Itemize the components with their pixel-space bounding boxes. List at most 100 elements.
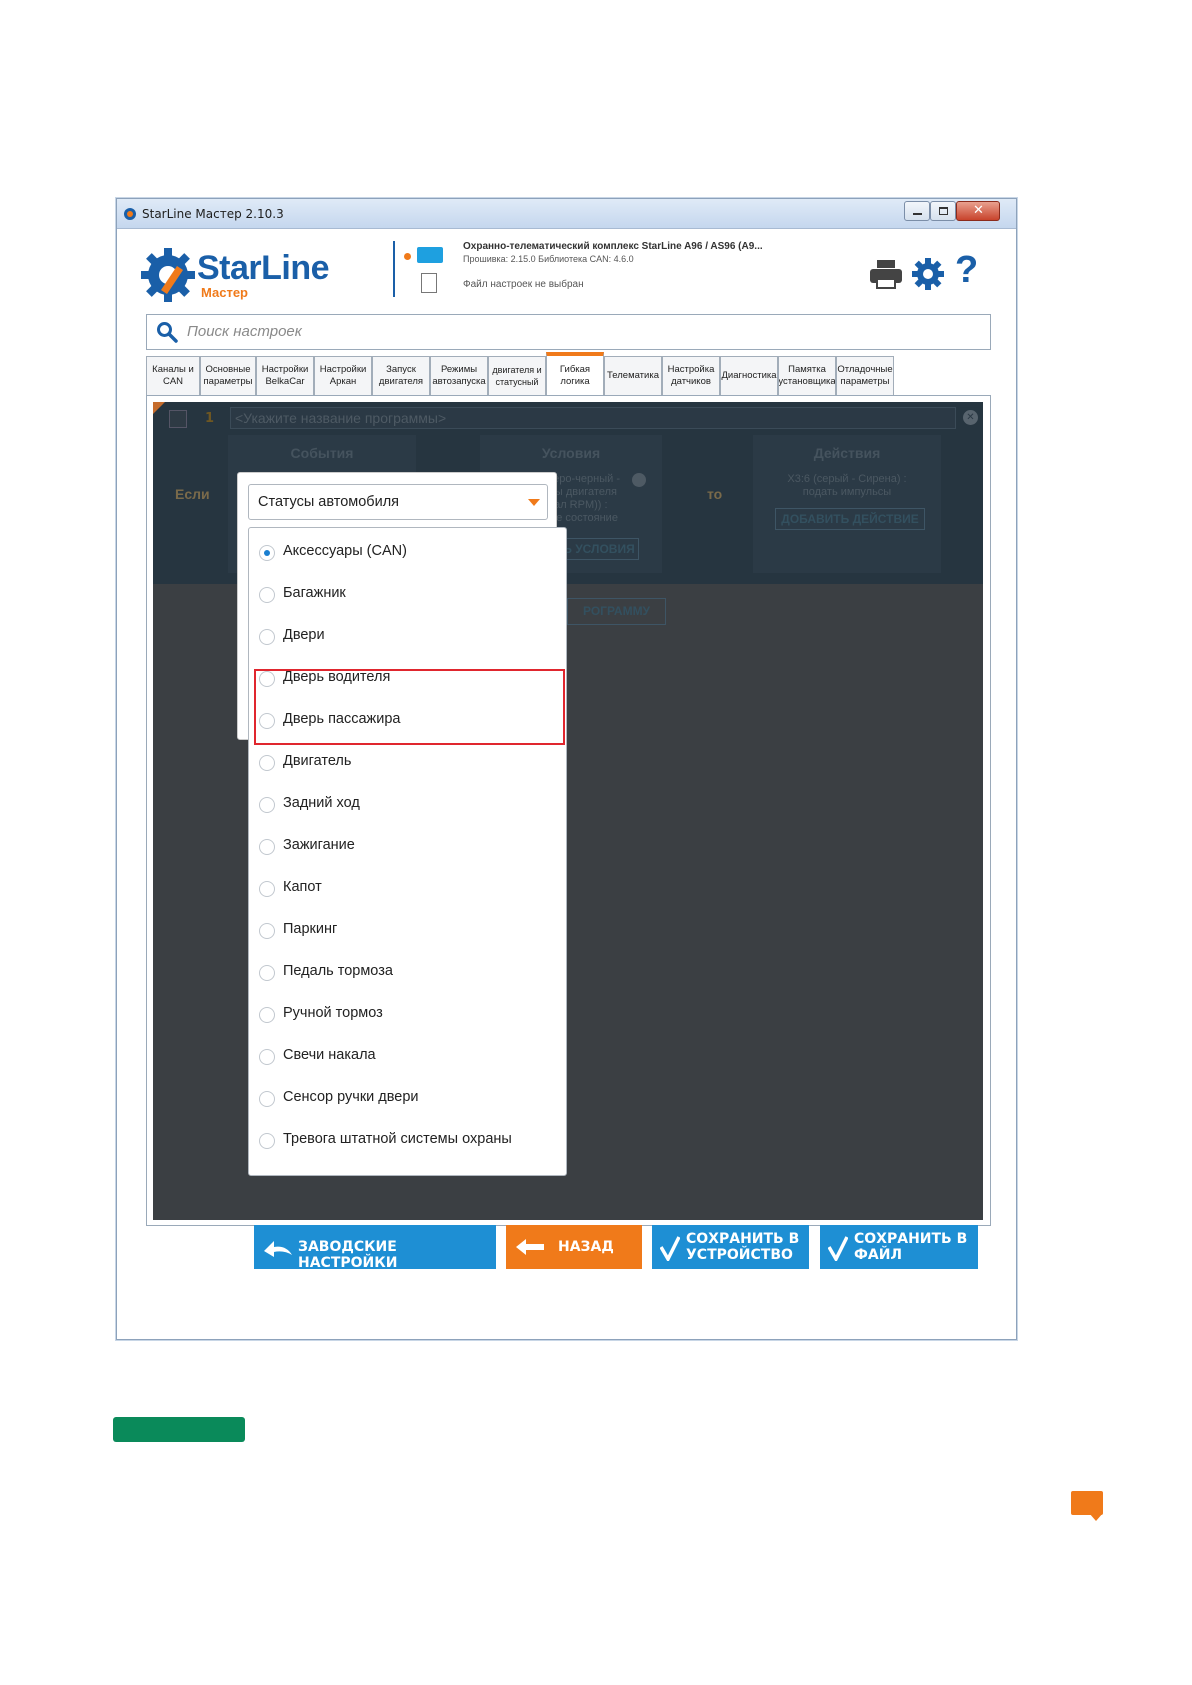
add-action-button[interactable]: ДОБАВИТЬ ДЕЙСТВИЕ: [775, 508, 925, 530]
option-label: Свечи накала: [283, 1047, 376, 1063]
back-label: НАЗАД: [558, 1239, 614, 1255]
events-title: События: [290, 445, 354, 461]
tab-installer-memo[interactable]: Памятка установщика: [778, 356, 836, 395]
save-device-label-1: СОХРАНИТЬ В: [686, 1231, 800, 1247]
save-file-label-2: ФАЙЛ: [854, 1247, 903, 1263]
actions-title: Действия: [813, 445, 881, 461]
device-info: Прошивка: 2.15.0 Библиотека CAN: 4.6.0: [463, 254, 634, 264]
tab-diagnostics[interactable]: Диагностика: [720, 356, 778, 395]
chat-icon[interactable]: [1071, 1491, 1103, 1521]
printer-icon[interactable]: [869, 259, 903, 289]
program-name-input[interactable]: <Укажите название программы>: [230, 407, 956, 429]
tab-main-params[interactable]: Основные параметры: [200, 356, 256, 395]
option-glow-plugs[interactable]: Свечи накала: [249, 1036, 566, 1078]
factory-settings-label: ЗАВОДСКИЕ НАСТРОЙКИ: [298, 1239, 398, 1271]
tab-flexible-logic[interactable]: Гибкая логика: [546, 352, 604, 395]
option-door-handle-sensor[interactable]: Сенсор ручки двери: [249, 1078, 566, 1120]
option-accessories[interactable]: Аксессуары (CAN): [249, 532, 566, 574]
search-icon: [157, 322, 178, 343]
checkmark-icon: [660, 1236, 680, 1261]
title-bar[interactable]: StarLine Мастер 2.10.3 ✕: [117, 199, 1016, 229]
tab-telematics[interactable]: Телематика: [604, 356, 662, 395]
radio-checked-icon[interactable]: [259, 545, 275, 561]
factory-settings-button[interactable]: ЗАВОДСКИЕ НАСТРОЙКИ: [254, 1225, 496, 1271]
help-icon[interactable]: ?: [955, 249, 978, 292]
minimize-button[interactable]: [904, 201, 930, 221]
file-icon: [421, 273, 437, 293]
radio-icon[interactable]: [259, 839, 275, 855]
action-line: подать импульсы: [802, 486, 892, 498]
tab-sensor-settings[interactable]: Настройка датчиков: [662, 356, 720, 395]
tab-arkan[interactable]: Настройки Аркан: [314, 356, 372, 395]
search-placeholder: Поиск настроек: [187, 323, 302, 340]
option-handbrake[interactable]: Ручной тормоз: [249, 994, 566, 1036]
radio-icon[interactable]: [259, 923, 275, 939]
option-brake-pedal[interactable]: Педаль тормоза: [249, 952, 566, 994]
save-device-label-2: УСТРОЙСТВО: [686, 1247, 793, 1263]
tab-engine-start[interactable]: Запуск двигателя: [372, 356, 430, 395]
option-label: Педаль тормоза: [283, 963, 393, 979]
undo-arrow-icon: [264, 1241, 292, 1257]
action-text: X3:6 (серый - Сирена) : подать импульсы: [753, 473, 941, 499]
add-program-button[interactable]: РОГРАММУ: [567, 598, 666, 625]
program-close-icon[interactable]: ✕: [963, 410, 978, 425]
radio-icon[interactable]: [259, 797, 275, 813]
if-label: Если: [175, 486, 210, 502]
highlight-box: [254, 669, 565, 745]
tab-autostart-modes[interactable]: Режимы автозапуска: [430, 356, 488, 395]
option-label: Двери: [283, 627, 325, 643]
option-parking[interactable]: Паркинг: [249, 910, 566, 952]
app-header: StarLine Мастер Охранно-телематический к…: [117, 229, 1016, 309]
option-doors[interactable]: Двери: [249, 616, 566, 658]
option-label: Ручной тормоз: [283, 1005, 383, 1021]
radio-icon[interactable]: [259, 1091, 275, 1107]
option-label: Задний ход: [283, 795, 360, 811]
radio-icon[interactable]: [259, 587, 275, 603]
conditions-title: Условия: [541, 445, 601, 461]
radio-icon[interactable]: [259, 1133, 275, 1149]
option-label: Паркинг: [283, 921, 338, 937]
header-divider: [393, 241, 395, 297]
search-bar[interactable]: Поиск настроек: [146, 314, 991, 350]
option-factory-alarm[interactable]: Тревога штатной системы охраны: [249, 1120, 566, 1162]
then-label: то: [707, 486, 723, 502]
green-tag: [113, 1417, 245, 1442]
radio-icon[interactable]: [259, 755, 275, 771]
tab-belkacar[interactable]: Настройки BelkaCar: [256, 356, 314, 395]
radio-icon[interactable]: [259, 1007, 275, 1023]
radio-icon[interactable]: [259, 629, 275, 645]
program-number: 1: [205, 411, 215, 426]
option-ignition[interactable]: Зажигание: [249, 826, 566, 868]
event-type-select[interactable]: Статусы автомобиля: [248, 484, 548, 520]
radio-icon[interactable]: [259, 881, 275, 897]
tab-channels-can[interactable]: Каналы и CAN: [146, 356, 200, 395]
gear-icon[interactable]: [911, 257, 945, 291]
program-checkbox[interactable]: [169, 410, 187, 428]
radio-icon[interactable]: [259, 1049, 275, 1065]
save-file-label-1: СОХРАНИТЬ В: [854, 1231, 968, 1247]
app-gear-icon: [124, 208, 136, 220]
tab-debug-params[interactable]: Отладочные параметры: [836, 356, 894, 395]
option-reverse[interactable]: Задний ход: [249, 784, 566, 826]
radio-icon[interactable]: [259, 965, 275, 981]
status-options-list: Аксессуары (CAN) Багажник Двери Дверь во…: [248, 527, 567, 1176]
program-corner-marker: [153, 402, 165, 414]
window-title: StarLine Мастер 2.10.3: [142, 207, 284, 221]
dropdown-arrow-icon: [528, 499, 540, 506]
action-line: X3:6 (серый - Сирена) :: [787, 473, 907, 485]
option-label: Двигатель: [283, 753, 352, 769]
back-button[interactable]: НАЗАД: [506, 1225, 642, 1269]
option-label: Капот: [283, 879, 322, 895]
file-status: Файл настроек не выбран: [463, 279, 584, 290]
option-trunk[interactable]: Багажник: [249, 574, 566, 616]
maximize-button[interactable]: [930, 201, 956, 221]
tab-engine-status[interactable]: двигателя и статусный: [488, 356, 546, 395]
option-engine[interactable]: Двигатель: [249, 742, 566, 784]
save-to-device-button[interactable]: СОХРАНИТЬ В УСТРОЙСТВО: [652, 1225, 809, 1269]
option-hood[interactable]: Капот: [249, 868, 566, 910]
option-label: Аксессуары (CAN): [283, 543, 407, 559]
save-to-file-button[interactable]: СОХРАНИТЬ В ФАЙЛ: [820, 1225, 978, 1269]
condition-remove-icon[interactable]: [632, 473, 646, 487]
close-button[interactable]: ✕: [956, 201, 1000, 221]
option-label: Тревога штатной системы охраны: [283, 1131, 512, 1147]
